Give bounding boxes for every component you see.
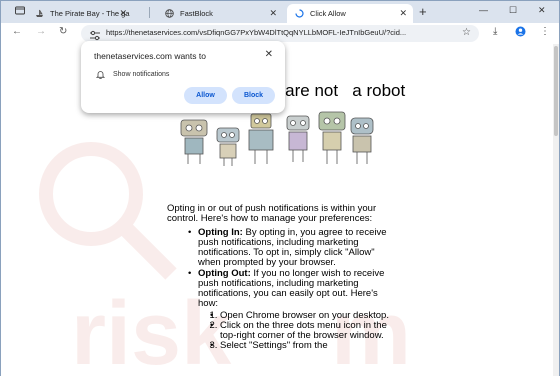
robot-5 [318, 111, 346, 164]
permission-row: Show notifications [96, 70, 169, 79]
minimize-button[interactable]: — [479, 5, 488, 15]
profile-avatar-icon[interactable] [515, 26, 526, 40]
tab-fastblock[interactable]: FastBlock ✕ [157, 4, 283, 23]
tab-title: The Pirate Bay - The galaxy's most resil… [50, 9, 130, 18]
site-settings-icon[interactable] [89, 28, 101, 41]
tab-title: FastBlock [180, 9, 213, 18]
tab-pirate-bay[interactable]: The Pirate Bay - The galaxy's most resil… [27, 4, 133, 23]
list-item: Opting In: By opting in, you agree to re… [188, 228, 392, 268]
close-window-button[interactable]: ✕ [538, 5, 546, 16]
scrollbar[interactable] [553, 44, 559, 376]
forward-button[interactable]: → [36, 26, 46, 37]
pirate-ship-icon [35, 9, 44, 18]
globe-icon [165, 9, 174, 18]
close-tab-icon[interactable]: ✕ [269, 8, 277, 19]
reload-button[interactable]: ↻ [59, 26, 67, 37]
article-text: Opting in or out of push notifications i… [167, 204, 392, 352]
close-tab-icon[interactable]: ✕ [119, 8, 127, 19]
loading-icon [295, 9, 304, 18]
permission-label: Show notifications [113, 71, 170, 78]
step-item: Click on the three dots menu icon in the… [210, 321, 392, 341]
tab-title: Click Allow [310, 9, 346, 18]
close-tab-icon[interactable]: ✕ [399, 8, 407, 19]
notification-permission-popup: thenetaservices.com wants to ✕ Show noti… [81, 41, 285, 113]
tab-search-icon[interactable] [15, 6, 25, 17]
maximize-button[interactable]: ☐ [509, 5, 517, 16]
robot-4 [286, 115, 310, 162]
page-heading: u are not a robot [271, 81, 406, 100]
bell-icon [96, 71, 105, 79]
menu-dots-icon[interactable]: ⋮ [540, 26, 550, 37]
tab-click-allow[interactable]: Click Allow ✕ [287, 4, 413, 23]
toolbar: ← → ↻ https://thenetaservices.com/vsDfiq… [1, 23, 559, 43]
robot-3 [248, 113, 274, 164]
robot-2 [216, 127, 240, 166]
back-button[interactable]: ← [12, 26, 22, 37]
popup-title: thenetaservices.com wants to [94, 51, 206, 61]
allow-button[interactable]: Allow [184, 87, 227, 104]
robots-illustration [180, 111, 374, 166]
bookmark-star-icon[interactable]: ☆ [462, 27, 471, 38]
new-tab-button[interactable]: + [419, 4, 427, 19]
intro-paragraph: Opting in or out of push notifications i… [167, 203, 377, 224]
robot-6 [350, 117, 374, 164]
tab-strip: The Pirate Bay - The galaxy's most resil… [1, 1, 559, 23]
url-text: https://thenetaservices.com/vsDfiqnGG7Px… [106, 28, 407, 37]
scrollbar-thumb[interactable] [554, 46, 558, 136]
block-button[interactable]: Block [232, 87, 275, 104]
steps-list: Open Chrome browser on your desktop. Cli… [198, 311, 392, 352]
close-icon[interactable]: ✕ [265, 49, 273, 60]
tab-separator [149, 7, 150, 18]
robot-1 [180, 119, 208, 164]
address-bar[interactable]: https://thenetaservices.com/vsDfiqnGG7Px… [81, 25, 479, 42]
browser-window: The Pirate Bay - The galaxy's most resil… [0, 0, 560, 376]
bullet-list: Opting In: By opting in, you agree to re… [167, 228, 392, 352]
download-icon[interactable]: ⤓ [493, 26, 497, 37]
list-item: Opting Out: If you no longer wish to rec… [188, 269, 392, 352]
step-item: Select "Settings" from the [210, 341, 392, 352]
